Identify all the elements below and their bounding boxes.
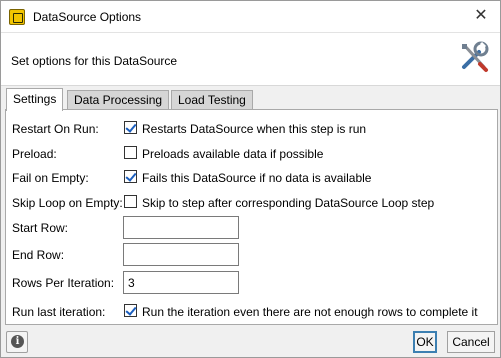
run-last-iteration-text[interactable]: Run the iteration even there are not eno… bbox=[142, 305, 478, 319]
tab-load-testing[interactable]: Load Testing bbox=[171, 90, 253, 110]
settings-panel: Restart On Run: Restarts DataSource when… bbox=[5, 109, 498, 325]
fail-on-empty-label: Fail on Empty: bbox=[12, 171, 89, 185]
skip-loop-on-empty-checkbox[interactable] bbox=[124, 195, 137, 208]
restart-on-run-row: Restart On Run: Restarts DataSource when… bbox=[6, 119, 497, 139]
tab-data-processing[interactable]: Data Processing bbox=[67, 90, 170, 110]
preload-label: Preload: bbox=[12, 147, 57, 161]
skip-loop-on-empty-row: Skip Loop on Empty: Skip to step after c… bbox=[6, 193, 497, 213]
title-bar: DataSource Options ✕ bbox=[1, 1, 500, 32]
app-icon bbox=[9, 9, 25, 25]
rows-per-iteration-input[interactable] bbox=[123, 271, 239, 294]
info-icon: i bbox=[11, 335, 24, 348]
dialog-footer: i OK Cancel bbox=[1, 327, 500, 358]
start-row-input[interactable] bbox=[123, 216, 239, 239]
run-last-iteration-row: Run last iteration: Run the iteration ev… bbox=[6, 302, 497, 322]
fail-on-empty-row: Fail on Empty: Fails this DataSource if … bbox=[6, 168, 497, 188]
preload-checkbox[interactable] bbox=[124, 146, 137, 159]
close-button[interactable]: ✕ bbox=[468, 5, 494, 27]
header-description: Set options for this DataSource bbox=[11, 54, 178, 68]
fail-on-empty-checkbox[interactable] bbox=[124, 170, 137, 183]
start-row-row: Start Row: bbox=[6, 216, 497, 239]
end-row-label: End Row: bbox=[12, 248, 65, 262]
run-last-iteration-checkbox[interactable] bbox=[124, 304, 137, 317]
rows-per-iteration-label: Rows Per Iteration: bbox=[12, 276, 115, 290]
preload-row: Preload: Preloads available data if poss… bbox=[6, 144, 497, 164]
restart-on-run-text[interactable]: Restarts DataSource when this step is ru… bbox=[142, 122, 366, 136]
info-button[interactable]: i bbox=[6, 331, 28, 353]
skip-loop-on-empty-text[interactable]: Skip to step after corresponding DataSou… bbox=[142, 196, 434, 210]
ok-button[interactable]: OK bbox=[413, 331, 437, 353]
start-row-label: Start Row: bbox=[12, 221, 69, 235]
dialog-header: Set options for this DataSource bbox=[1, 32, 500, 86]
tools-icon bbox=[462, 41, 489, 72]
end-row-input[interactable] bbox=[123, 243, 239, 266]
rows-per-iteration-row: Rows Per Iteration: bbox=[6, 271, 497, 294]
tab-settings[interactable]: Settings bbox=[6, 88, 64, 111]
restart-on-run-label: Restart On Run: bbox=[12, 122, 99, 136]
run-last-iteration-label: Run last iteration: bbox=[12, 305, 106, 319]
datasource-options-dialog: DataSource Options ✕ Set options for thi… bbox=[0, 0, 501, 358]
fail-on-empty-text[interactable]: Fails this DataSource if no data is avai… bbox=[142, 171, 371, 185]
preload-text[interactable]: Preloads available data if possible bbox=[142, 147, 323, 161]
end-row-row: End Row: bbox=[6, 243, 497, 266]
restart-on-run-checkbox[interactable] bbox=[124, 121, 137, 134]
cancel-button[interactable]: Cancel bbox=[447, 331, 495, 353]
skip-loop-on-empty-label: Skip Loop on Empty: bbox=[12, 196, 123, 210]
window-title: DataSource Options bbox=[33, 10, 142, 24]
